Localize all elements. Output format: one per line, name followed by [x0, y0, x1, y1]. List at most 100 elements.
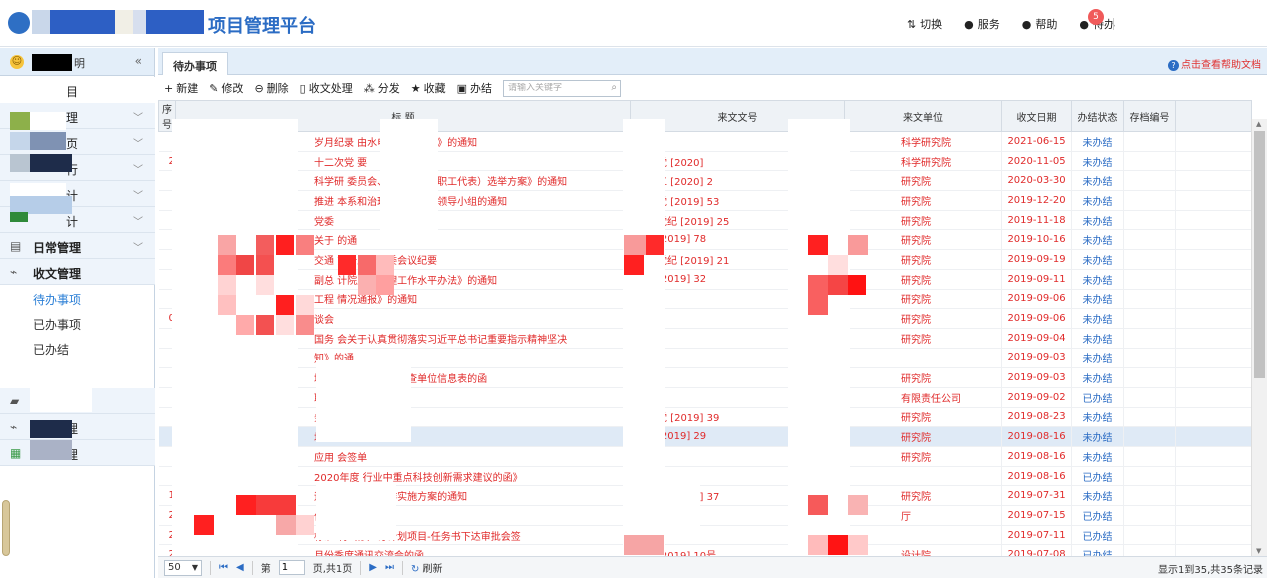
user-icon: ● [1021, 17, 1032, 31]
row-spacer [1175, 190, 1252, 211]
header-divider [1113, 18, 1114, 30]
page-number-input[interactable] [278, 560, 305, 575]
row-status: 未办结 [1071, 170, 1124, 192]
favorite-button[interactable]: ★ 收藏 [411, 80, 446, 96]
search-icon[interactable]: ⌕ [611, 82, 617, 93]
row-source-unit: 研究院 [844, 249, 1002, 270]
row-status: 未办结 [1071, 289, 1124, 310]
first-page-icon[interactable]: ⏮ [219, 562, 228, 573]
row-spacer [1175, 289, 1252, 310]
row-date: 2020-11-05 [1001, 151, 1072, 172]
redaction [10, 112, 30, 130]
row-status: 未办结 [1071, 308, 1124, 329]
drag-handle[interactable] [2, 500, 10, 556]
row-archive-no [1123, 151, 1176, 172]
table-row[interactable]: 党委 党纪 [2019] 25 研究院 2019-11-18 未办结 [158, 210, 1252, 231]
row-source-unit: 研究院 [844, 170, 1002, 192]
finish-button[interactable]: ▣ 办结 [457, 80, 492, 96]
table-row[interactable]: 2十二次党 要党 [2020]科学研究院2020-11-05未办结 [158, 151, 1252, 172]
help-doc-link[interactable]: ? 点击查看帮助文档 [1168, 56, 1261, 71]
finish-icon: ▣ [456, 81, 467, 95]
distribute-button[interactable]: ⁂ 分发 [364, 80, 400, 96]
scroll-down-arrow-icon[interactable]: ▼ [1256, 547, 1261, 555]
scrollbar-thumb[interactable] [1254, 131, 1265, 378]
row-archive-no [1123, 249, 1176, 270]
row-source-unit: 研究院 [844, 269, 1002, 290]
service-label: 服务 [977, 18, 1000, 31]
redaction [30, 112, 66, 130]
toolbar: +新建 ✎修改 ⊖删除 ▯收文处理 ⁂分发 ★收藏 ▣办结 ⌕ [158, 76, 1267, 100]
row-source-unit: 研究院 [844, 426, 1002, 447]
process-button[interactable]: ▯ 收文处理 [300, 80, 353, 96]
row-date: 2019-09-06 [1001, 308, 1072, 329]
table-row[interactable]: 国务 会关于认真贯彻落实习近平总书记重要指示精神坚决 研究院 2019-09-04 未… [158, 328, 1252, 349]
collapse-sidebar-button[interactable]: « [135, 54, 142, 68]
sidebar-item-daily[interactable]: ▤ 日常管理 ﹀ [0, 233, 155, 259]
delete-button[interactable]: ⊖ 删除 [254, 80, 288, 96]
pager-divider [251, 560, 253, 575]
page-label: 第 [260, 564, 271, 575]
new-button[interactable]: + 新建 [164, 80, 198, 96]
table-row[interactable]: 2月份季度通讯交流会的函[2019] 10号设计院2019-07-08已办结 [158, 544, 1252, 556]
edit-label: 修改 [221, 82, 244, 95]
refresh-button[interactable]: ↻ 刷新 [411, 560, 443, 575]
inbox-table: 序号 标 题 来文文号 来文单位 收文日期 办结状态 存档编号 岁月纪录 由水电… [158, 100, 1267, 556]
finish-label: 办结 [470, 82, 492, 95]
row-archive-no [1123, 170, 1176, 192]
search-box[interactable]: ⌕ [503, 79, 621, 97]
table-row[interactable]: 科学研 委员会、会员代表（职工代表）选举方案》的通知工 [2020] 2 研究院 2… [158, 170, 1252, 192]
favorite-label: 收藏 [423, 82, 446, 95]
table-row[interactable]: 0谈会研究院2019-09-06未办结 [158, 308, 1252, 329]
row-archive-no [1123, 348, 1176, 369]
last-page-icon[interactable]: ⏭ [385, 562, 394, 573]
record-summary: 显示1到35,共35条记录 [1158, 565, 1263, 576]
col-archive-no[interactable]: 存档编号 [1123, 100, 1176, 132]
row-source-unit: 研究院 [844, 407, 1002, 428]
delete-icon: ⊖ [254, 81, 264, 95]
row-archive-no [1123, 328, 1176, 349]
search-input[interactable] [508, 82, 604, 93]
sidebar-item-c[interactable]: ▦ 理 [0, 440, 155, 466]
edit-button[interactable]: ✎ 修改 [209, 80, 243, 96]
row-date: 2019-08-23 [1001, 407, 1072, 428]
book-icon: ▤ [10, 239, 22, 253]
col-source-unit[interactable]: 来文单位 [844, 100, 1002, 132]
chevron-down-icon: ﹀ [133, 139, 143, 150]
tab-todo[interactable]: 待办事项 [162, 52, 228, 75]
next-page-icon[interactable]: ▶ [369, 562, 377, 573]
table-row[interactable]: 应用 会签单 研究院 2019-08-16 未办结 [158, 446, 1252, 467]
col-status[interactable]: 办结状态 [1071, 100, 1124, 132]
scroll-up-arrow-icon[interactable]: ▲ [1256, 120, 1261, 128]
table-row[interactable]: 岁月纪录 由水电视剧的通知》的通知科学研究院2021-06-15未办结 [158, 131, 1252, 152]
distribute-icon: ⁂ [363, 81, 375, 95]
delete-label: 删除 [266, 82, 289, 95]
sidebar-item-label: 计 [66, 215, 79, 229]
sidebar-sub-done[interactable]: 已办事项 [33, 316, 81, 333]
service-button[interactable]: ● 服务 [964, 16, 1000, 32]
sidebar-item-label: 理 [66, 111, 79, 125]
redaction [30, 132, 66, 150]
switch-button[interactable]: ⇅ 切换 [907, 16, 942, 32]
chevron-down-icon: ﹀ [133, 113, 143, 124]
row-source-unit: 研究院 [844, 485, 1002, 507]
table-row[interactable]: 关于 的通 [2019] 78 研究院 2019-10-16 未办结 [158, 229, 1252, 251]
col-date[interactable]: 收文日期 [1001, 100, 1072, 132]
help-button[interactable]: ● 帮助 [1022, 16, 1058, 32]
sidebar-item-inbox[interactable]: ⌁ 收文管理 [0, 259, 155, 285]
table-row[interactable]: 交通 第十八次党委会议纪要党纪 [2019] 21研究院2019-09-19未办… [158, 249, 1252, 270]
page-size-select[interactable]: 50 ▼ [164, 559, 202, 576]
sidebar-sub-todo[interactable]: 待办事项 [33, 291, 81, 308]
row-source-unit: 研究院 [844, 328, 1002, 349]
vertical-scrollbar[interactable]: ▲ ▼ [1251, 119, 1267, 556]
table-row[interactable]: 工程 情况通报》的通知 研究院 2019-09-06 未办结 [158, 289, 1252, 310]
row-archive-no [1123, 485, 1176, 507]
sidebar-item-b[interactable]: ⌁ 理 [0, 414, 155, 440]
table-row[interactable]: 推进 本系和治理能力现代化领导小组的通知党 [2019] 53研究院2019-1… [158, 190, 1252, 211]
row-status: 未办结 [1071, 151, 1124, 172]
row-date: 2019-07-31 [1001, 485, 1072, 507]
logo-redaction [32, 10, 204, 34]
prev-page-icon[interactable]: ◀ [236, 562, 244, 573]
row-status: 未办结 [1071, 229, 1124, 251]
sidebar-sub-finished[interactable]: 已办结 [33, 341, 69, 358]
table-row[interactable]: 副总 计院质量管理工作水平办法》的通知 [2019] 32 研究院 2019-09-1… [158, 269, 1252, 290]
